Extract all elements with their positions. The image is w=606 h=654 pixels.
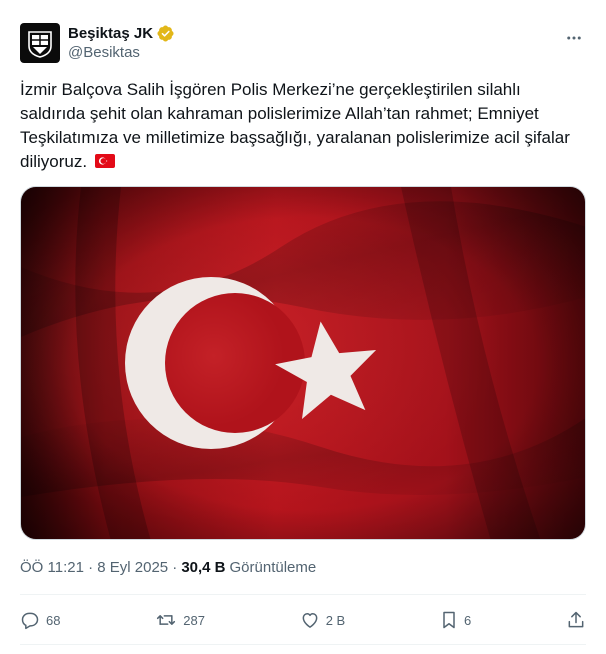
tweet-text: İzmir Balçova Salih İşgören Polis Merkez… [20,78,580,174]
share-button[interactable] [566,610,586,630]
share-icon [568,611,584,628]
tweet-media-image[interactable] [20,186,586,540]
more-options-icon[interactable] [562,26,586,50]
reply-button[interactable]: 68 [20,610,60,630]
divider-top [20,594,586,595]
heart-icon [302,613,318,628]
bookmark-button[interactable]: 6 [440,610,471,630]
views-count: 30,4 B [181,559,226,576]
repost-button[interactable]: 287 [155,610,205,630]
divider-bottom [20,644,586,645]
tweet-meta: ÖÖ 11:21 · 8 Eyl 2025 · 30,4 B Görüntüle… [20,558,316,578]
like-button[interactable]: 2 B [300,610,346,630]
author-names: Beşiktaş JK @Besiktas [68,24,174,62]
reply-icon [21,612,39,630]
repost-count: 287 [183,612,205,628]
turkish-flag-icon [94,151,115,168]
turkish-flag-image [21,187,585,539]
like-count: 2 B [325,612,346,628]
views-label: Görüntüleme [229,559,317,576]
reply-count: 68 [46,612,61,628]
action-bar: 68 287 2 B 6 [20,600,586,640]
display-name-row: Beşiktaş JK [68,24,174,43]
verified-badge-icon[interactable] [157,25,174,42]
bookmark-icon [443,611,455,629]
tweet-header: Beşiktaş JK @Besiktas [20,22,586,64]
display-name[interactable]: Beşiktaş JK [68,24,153,43]
bookmark-count: 6 [463,612,472,628]
repost-icon [157,615,176,625]
tweet-timestamp[interactable]: ÖÖ 11:21 · 8 Eyl 2025 · [20,558,177,578]
tweet-card: Beşiktaş JK @Besiktas İzmir Balçova Sali… [0,0,606,654]
avatar[interactable] [20,23,60,63]
account-handle[interactable]: @Besiktas [68,43,174,62]
besiktas-crest-icon [28,31,52,58]
